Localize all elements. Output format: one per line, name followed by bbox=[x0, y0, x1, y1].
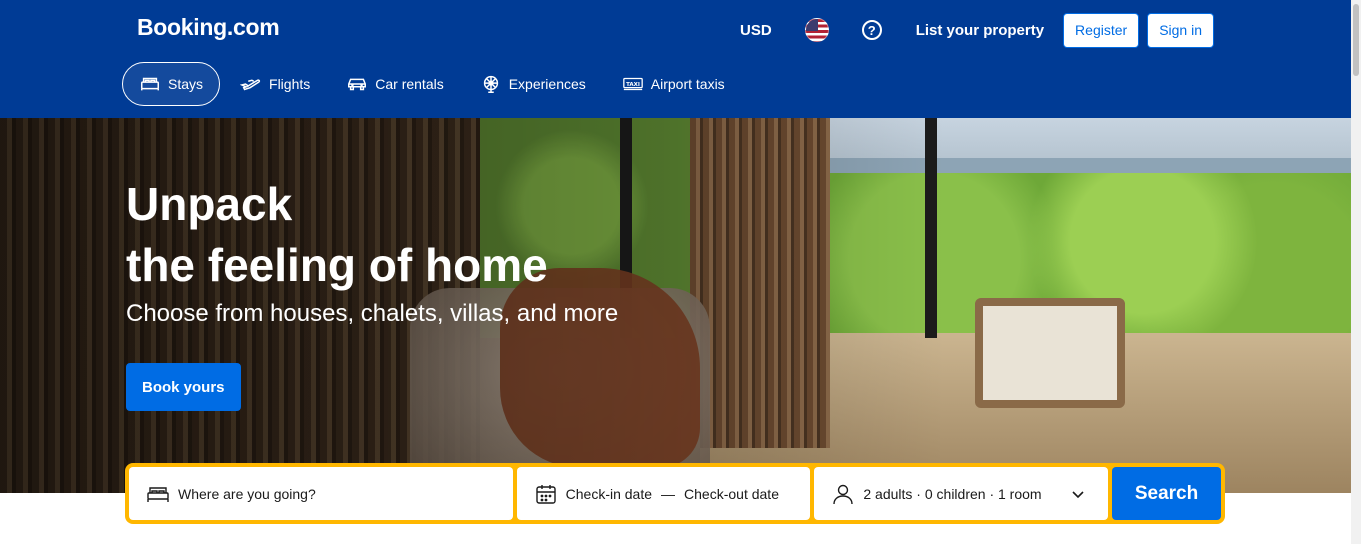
list-your-property-link[interactable]: List your property bbox=[916, 22, 1044, 39]
search-button[interactable]: Search bbox=[1112, 467, 1221, 520]
nav-item-car-rentals[interactable]: Car rentals bbox=[330, 62, 459, 106]
page-scrollbar[interactable] bbox=[1351, 0, 1361, 544]
top-header: Booking.com USD ? List your property Reg… bbox=[0, 0, 1351, 118]
nav-item-airport-taxis[interactable]: TAXI Airport taxis bbox=[606, 62, 741, 106]
nav-item-flights[interactable]: Flights bbox=[224, 62, 326, 106]
booking-logo[interactable]: Booking.com bbox=[137, 14, 280, 41]
hero-banner: Unpack the feeling of home Choose from h… bbox=[0, 118, 1351, 493]
occupancy-selector[interactable]: 2 adults · 0 children · 1 room bbox=[814, 467, 1109, 520]
nav-label: Car rentals bbox=[375, 76, 444, 92]
chevron-down-icon bbox=[1072, 490, 1084, 498]
date-picker[interactable]: Check-in date — Check-out date bbox=[516, 467, 811, 520]
car-icon bbox=[348, 78, 367, 91]
checkin-date: Check-in date bbox=[565, 485, 653, 502]
attractions-icon bbox=[483, 75, 498, 93]
scrollbar-thumb[interactable] bbox=[1353, 4, 1359, 76]
calendar-icon bbox=[535, 484, 556, 504]
bed-icon bbox=[141, 77, 159, 91]
us-flag-icon[interactable] bbox=[804, 18, 829, 42]
nav-label: Flights bbox=[269, 76, 311, 92]
hero-title-line: the feeling of home bbox=[126, 239, 548, 291]
destination-placeholder: Where are you going? bbox=[178, 485, 316, 502]
hero-subtitle: Choose from houses, chalets, villas, and… bbox=[126, 300, 619, 327]
product-nav: Stays Flights Car rentals Experiences TA… bbox=[122, 62, 745, 106]
plane-icon bbox=[240, 79, 261, 91]
nav-label: Stays bbox=[168, 76, 204, 92]
register-button[interactable]: Register bbox=[1063, 12, 1140, 48]
taxi-icon: TAXI bbox=[622, 77, 643, 91]
nav-label: Airport taxis bbox=[650, 76, 725, 92]
question-mark-icon[interactable]: ? bbox=[861, 20, 882, 40]
hero-title: Unpack the feeling of home bbox=[126, 174, 726, 296]
svg-text:TAXI: TAXI bbox=[626, 82, 640, 88]
sign-in-button[interactable]: Sign in bbox=[1147, 12, 1214, 48]
hero-title-line: Unpack bbox=[126, 178, 293, 230]
header-actions: USD ? List your property Register Sign i… bbox=[740, 12, 1214, 48]
checkout-date: Check-out date bbox=[684, 485, 779, 502]
currency-selector[interactable]: USD bbox=[740, 22, 772, 39]
book-yours-button[interactable]: Book yours bbox=[126, 363, 241, 411]
nav-label: Experiences bbox=[508, 76, 586, 92]
nav-item-experiences[interactable]: Experiences bbox=[464, 62, 602, 106]
date-separator: — bbox=[661, 485, 676, 502]
nav-item-stays[interactable]: Stays bbox=[122, 62, 221, 106]
bed-icon bbox=[147, 486, 169, 502]
destination-input[interactable]: Where are you going? bbox=[129, 467, 513, 520]
search-bar: Where are you going? Check-in date — Che… bbox=[125, 463, 1225, 524]
occupancy-value: 2 adults · 0 children · 1 room bbox=[863, 485, 1042, 502]
person-icon bbox=[833, 484, 854, 504]
